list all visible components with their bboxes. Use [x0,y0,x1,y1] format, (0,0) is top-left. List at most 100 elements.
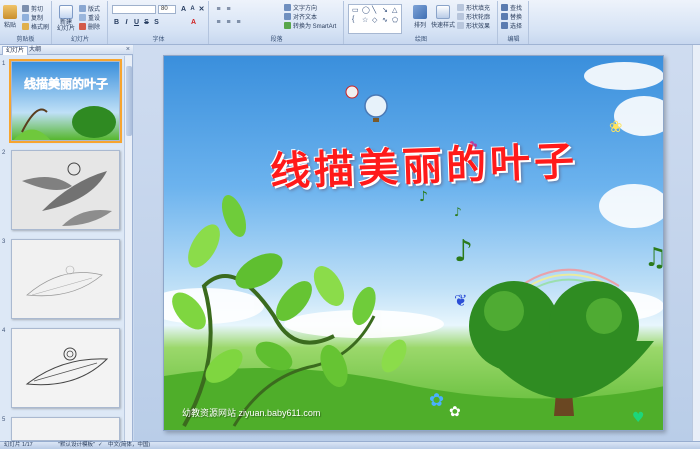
thumbnail-number: 2 [2,150,6,156]
butterfly-icon: ❦ [454,291,467,310]
shadow-button[interactable]: S [152,18,161,27]
rectangle-icon: ▭ [352,7,359,14]
editing-label: 编辑 [507,37,520,43]
quick-styles-icon [436,5,450,19]
svg-text:♪: ♪ [454,234,473,269]
arrow-icon: ↘ [382,7,388,14]
italic-button[interactable]: I [122,18,131,27]
quick-styles-button[interactable]: 快速样式 [431,5,455,29]
layout-button[interactable]: 版式 [79,4,100,13]
slides-label: 幻灯片 [70,37,89,43]
hot-air-balloon-icon [345,85,388,122]
layout-icon [79,5,86,12]
canvas-scrollbar[interactable] [692,45,700,441]
shape-outline-button[interactable]: 形状轮廓 [457,12,490,21]
font-label: 字体 [152,37,165,43]
slide-canvas[interactable]: ♪ ♪ ♪ ♫ ❦ ✿ ✿ ❀ ♥ ✿ 线描美丽的叶子 幼教资源网站 ziyua… [163,55,664,431]
shrink-font-button[interactable]: A [188,5,197,14]
delete-button[interactable]: 删除 [79,22,100,31]
thumbnail-1-title: 线描美丽的叶子 [24,76,108,91]
shape-effects-button[interactable]: 形状效果 [457,21,490,30]
flower-icon: ✿ [429,390,444,411]
reset-button[interactable]: 重设 [79,13,100,22]
shape-fill-button[interactable]: 形状填充 [457,3,490,12]
outline-icon [457,13,464,20]
language-indicator[interactable]: 中文(简体，中国) [108,442,150,449]
paragraph-label: 段落 [270,37,283,43]
editing-group: 查找 替换 选择 编辑 [499,1,529,44]
slide-thumbnail-2[interactable] [11,150,120,230]
format-painter-button[interactable]: 格式刷 [22,22,49,31]
grow-font-button[interactable]: A [179,5,188,14]
replace-button[interactable]: 替换 [501,12,522,21]
close-icon[interactable]: × [126,46,130,53]
new-slide-button[interactable]: 新建 幻灯片 [57,5,75,32]
pane-scroll-thumb[interactable] [126,66,132,136]
tab-outline[interactable]: 大纲 [26,46,44,55]
thumbnail-2-art [22,162,112,226]
cursor-icon [501,22,508,29]
align-text-button[interactable]: 对齐文本 [284,12,317,21]
underline-button[interactable]: U [132,18,141,27]
thumbnail-3-art [26,265,103,297]
replace-icon [501,13,508,20]
slide-thumbnail-1[interactable]: 线描美丽的叶子 [9,59,122,143]
text-direction-button[interactable]: 文字方向 [284,3,317,12]
align-right-button[interactable]: ≡ [234,18,243,27]
slide-counter: 幻灯片 1/17 [4,442,33,448]
thumbnail-1-art: 线描美丽的叶子 [13,76,116,140]
svg-text:♫: ♫ [644,243,664,273]
slide-canvas-area: ♪ ♪ ♪ ♫ ❦ ✿ ✿ ❀ ♥ ✿ 线描美丽的叶子 幼教资源网站 ziyua… [134,45,700,441]
delete-icon [79,23,86,30]
copy-button[interactable]: 复制 [22,13,43,22]
pane-scrollbar[interactable] [124,56,132,441]
line-icon: ╲ [372,7,377,14]
align-left-button[interactable]: ≡ [214,18,223,27]
slide-thumbnail-5[interactable] [11,417,120,441]
tab-slides[interactable]: 幻灯片 [2,46,29,55]
drawing-group: ▭ ◯ ╲ ↘ △ { ☆ ◇ ∿ ⬠ 排列 快速样式 形状填充 形状轮廓 形状… [345,1,498,44]
cut-button[interactable]: 剪切 [22,4,43,13]
slide-thumbnail-4[interactable] [11,328,120,408]
font-name-box[interactable] [112,5,156,14]
fill-icon [457,4,464,11]
align-center-button[interactable]: ≡ [224,18,233,27]
strikethrough-button[interactable]: S [142,18,151,27]
numbering-button[interactable]: ≡ [224,5,233,14]
font-color-button[interactable]: A [189,18,198,27]
slide-background-art: ♪ ♪ ♪ ♫ ❦ ✿ ✿ ❀ ♥ ✿ [164,62,664,430]
clear-format-button[interactable]: ✕ [197,5,206,14]
text-direction-icon [284,4,291,11]
reset-icon [79,14,86,21]
effects-icon [457,22,464,29]
select-button[interactable]: 选择 [501,21,522,30]
pane-tabs: 幻灯片 大纲 × [0,45,133,55]
thumbnail-number: 3 [2,239,6,245]
diamond-icon: ◇ [372,17,378,24]
clipboard-group: 粘贴 剪切 复制 格式刷 剪贴板 [0,1,52,44]
spellcheck-icon[interactable]: ✓ [98,442,103,449]
copy-icon [22,14,29,21]
smartart-icon [284,22,291,29]
paste-button[interactable]: 粘贴 [3,5,17,29]
daisy-icon: ✿ [449,404,461,420]
heart-icon: ♥ [632,410,645,426]
bullets-button[interactable]: ≡ [214,5,223,14]
bold-button[interactable]: B [112,18,121,27]
curve-icon: ∿ [382,17,388,24]
arrange-icon [413,5,427,19]
star-icon: ☆ [362,17,369,24]
oval-icon: ◯ [362,7,370,14]
binoculars-icon [501,4,508,11]
smartart-button[interactable]: 转换为 SmartArt [284,21,336,30]
font-size-box[interactable]: 80 [158,5,176,14]
shapes-gallery[interactable]: ▭ ◯ ╲ ↘ △ { ☆ ◇ ∿ ⬠ [348,4,402,34]
align-text-icon [284,13,291,20]
arrange-button[interactable]: 排列 [413,5,427,29]
thumbnail-number: 1 [2,61,6,67]
thumbnail-number: 5 [2,417,6,423]
slide-thumbnail-3[interactable] [11,239,120,319]
find-button[interactable]: 查找 [501,3,522,12]
pentagon-icon: ⬠ [392,17,399,24]
thumbnail-4-art [25,347,109,386]
